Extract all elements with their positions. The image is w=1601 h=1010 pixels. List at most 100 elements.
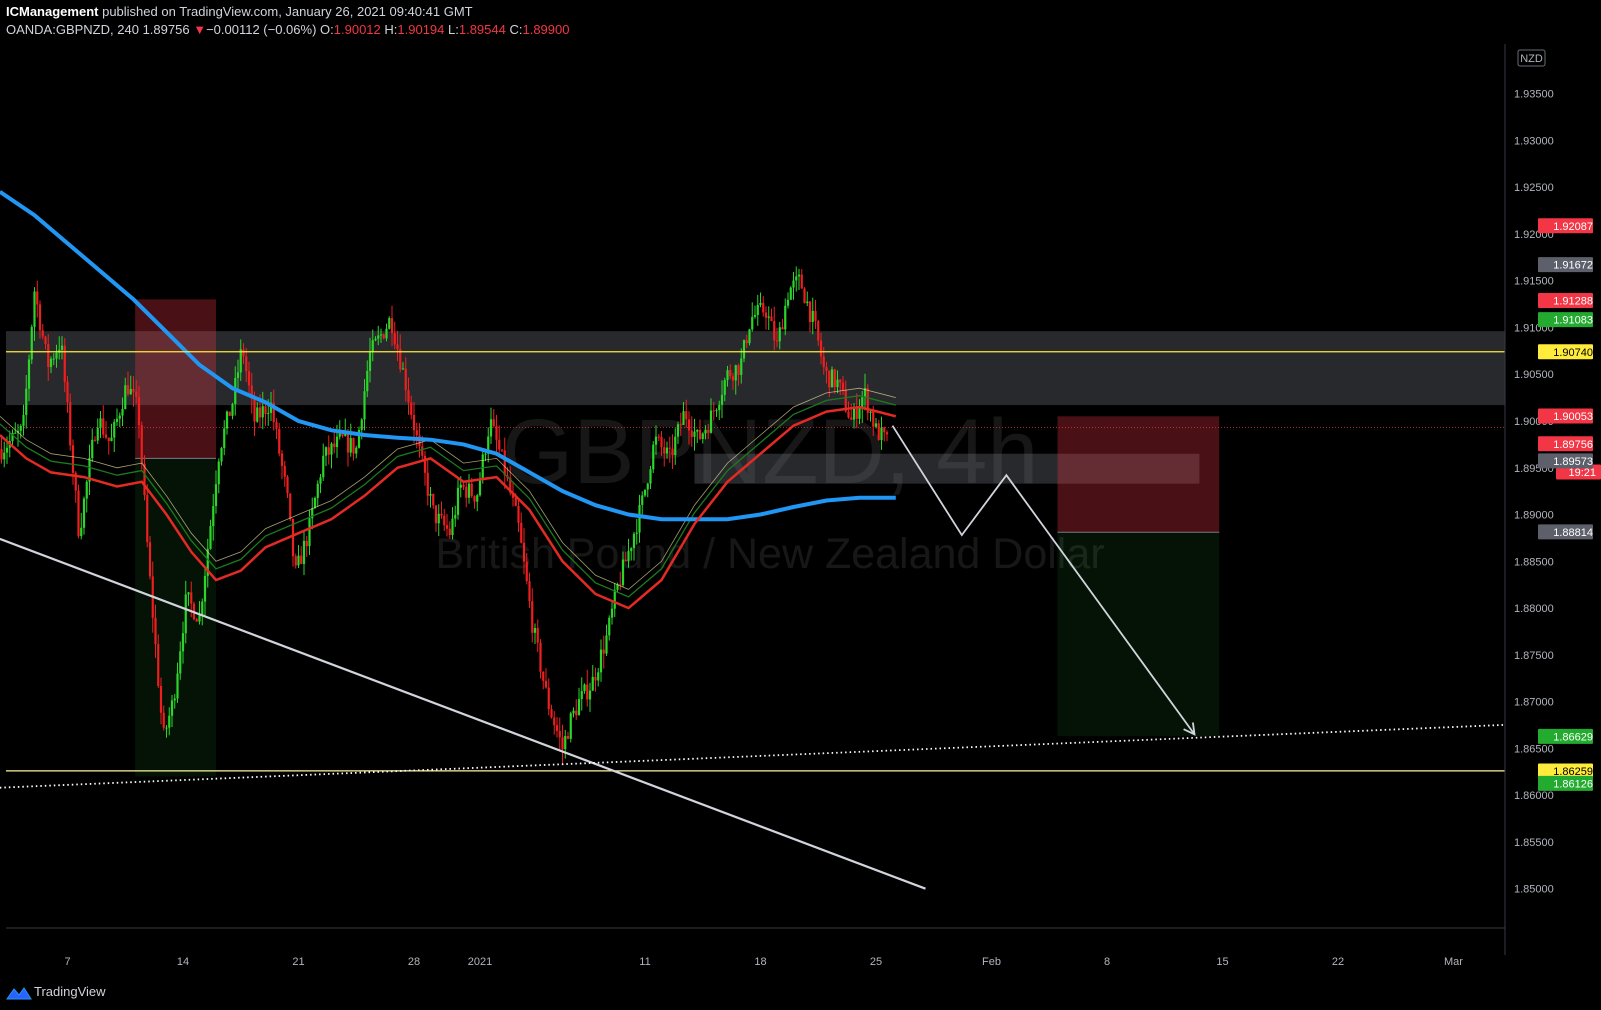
candle-body <box>630 548 633 552</box>
price-tick-label: 1.87000 <box>1514 697 1554 709</box>
price-tick-label: 1.88500 <box>1514 556 1554 568</box>
candle-body <box>132 389 135 392</box>
price-tick-label: 1.85500 <box>1514 837 1554 849</box>
candle-body <box>322 455 325 478</box>
candle-body <box>102 418 105 435</box>
candle-body <box>643 489 647 496</box>
candle-body <box>333 443 336 448</box>
candle-body <box>701 433 704 439</box>
candle-body <box>401 368 405 370</box>
candle-body <box>748 329 751 344</box>
candle-body <box>663 447 666 454</box>
candle-body <box>558 730 561 738</box>
candle-body <box>588 690 592 700</box>
publish-line: ICManagement published on TradingView.co… <box>6 4 473 19</box>
candle-body <box>118 415 121 419</box>
candle-body <box>69 402 72 446</box>
price-tick-label: 1.85000 <box>1514 884 1554 896</box>
candle-body <box>412 415 416 431</box>
candle-body <box>415 430 418 436</box>
candle-body <box>159 685 163 713</box>
candle-body <box>93 439 97 441</box>
candle-body <box>264 406 267 414</box>
candle-body <box>817 320 820 341</box>
currency-badge-text: NZD <box>1520 53 1543 65</box>
candle-body <box>390 318 394 334</box>
candle-body <box>316 483 319 498</box>
candle-body <box>679 424 682 426</box>
time-tick-label: 7 <box>64 956 70 968</box>
candle-body <box>605 635 608 654</box>
currency-badge[interactable]: NZD <box>1517 49 1546 67</box>
candle-body <box>187 592 190 595</box>
candle-body <box>346 432 350 453</box>
candle-body <box>621 559 625 586</box>
candle-body <box>313 497 317 509</box>
candle-body <box>349 437 352 453</box>
candle-body <box>561 737 564 750</box>
candle-body <box>470 483 473 497</box>
candle-body <box>30 326 33 360</box>
candle-body <box>473 496 476 502</box>
candle-body <box>646 483 649 490</box>
low-label: L: <box>448 22 459 37</box>
tradingview-brand[interactable]: TradingView <box>34 984 106 999</box>
target-zone-1 <box>1057 532 1220 737</box>
footer: TradingView <box>0 975 1601 1010</box>
candle-body <box>641 495 644 505</box>
time-tick-label: 21 <box>292 956 304 968</box>
candle-body <box>682 411 685 425</box>
candle-body <box>170 700 174 716</box>
stop-zone-1 <box>1057 416 1220 533</box>
candle-body <box>80 527 83 537</box>
candle-body <box>731 376 735 381</box>
candle-body <box>602 649 605 654</box>
price-axis[interactable]: 1.935001.930001.925001.920001.915001.910… <box>1504 44 1601 975</box>
watermark-name: British Pound / New Zealand Dollar <box>435 530 1104 578</box>
candle-body <box>836 379 839 388</box>
candle-body <box>96 427 99 441</box>
candle-body <box>822 356 825 368</box>
candle-body <box>168 715 171 728</box>
candle-body <box>3 452 6 460</box>
candle-body <box>654 436 658 445</box>
candle-body <box>786 299 790 306</box>
candle-body <box>745 340 748 344</box>
candle-body <box>712 410 715 412</box>
candle-body <box>374 338 377 341</box>
candle-body <box>720 394 724 405</box>
candle-body <box>489 419 493 437</box>
candle-body <box>286 476 289 494</box>
candle-body <box>454 514 457 519</box>
ohlc-line: OANDA:GBPNZD, 240 1.89756 ▼−0.00112 (−0.… <box>6 22 569 37</box>
author-name[interactable]: ICManagement <box>6 4 98 19</box>
candle-body <box>806 301 809 304</box>
candle-body <box>685 411 688 420</box>
candle-body <box>258 407 262 418</box>
candle-body <box>410 402 413 416</box>
candle-body <box>363 391 366 420</box>
candle-body <box>121 408 124 416</box>
candle-body <box>767 316 770 318</box>
candle-body <box>784 305 787 330</box>
high-value: 1.90194 <box>397 22 445 37</box>
candle-body <box>404 368 407 391</box>
candle-body <box>432 493 435 506</box>
price-chart[interactable]: GBPNZD, 4h British Pound / New Zealand D… <box>0 44 1601 975</box>
candle-body <box>525 561 528 582</box>
candle-body <box>467 483 471 498</box>
candle-body <box>764 312 768 318</box>
candle-body <box>294 556 297 566</box>
candle-body <box>698 429 702 439</box>
candle-body <box>635 532 638 534</box>
candle-body <box>624 559 627 562</box>
candle-body <box>448 528 451 536</box>
open-value: 1.90012 <box>333 22 381 37</box>
candle-body <box>778 327 781 342</box>
candle-body <box>157 644 160 686</box>
candle-body <box>613 589 616 609</box>
symbol-label[interactable]: OANDA:GBPNZD, 240 <box>6 22 139 37</box>
candle-body <box>759 302 762 305</box>
tradingview-logo-icon[interactable] <box>6 985 32 1001</box>
price-tick-label: 1.86500 <box>1514 743 1554 755</box>
